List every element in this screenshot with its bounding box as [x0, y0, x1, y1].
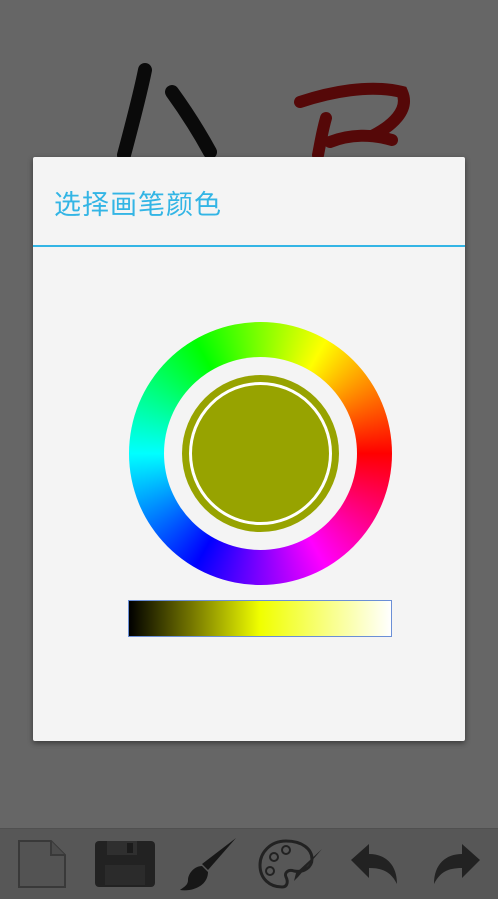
title-divider: [33, 245, 465, 247]
color-wheel[interactable]: [129, 322, 392, 585]
selected-color-ring: [189, 382, 332, 525]
color-picker-dialog: 选择画笔颜色: [33, 157, 465, 741]
dialog-title: 选择画笔颜色: [54, 190, 222, 221]
brightness-slider[interactable]: [128, 600, 392, 637]
